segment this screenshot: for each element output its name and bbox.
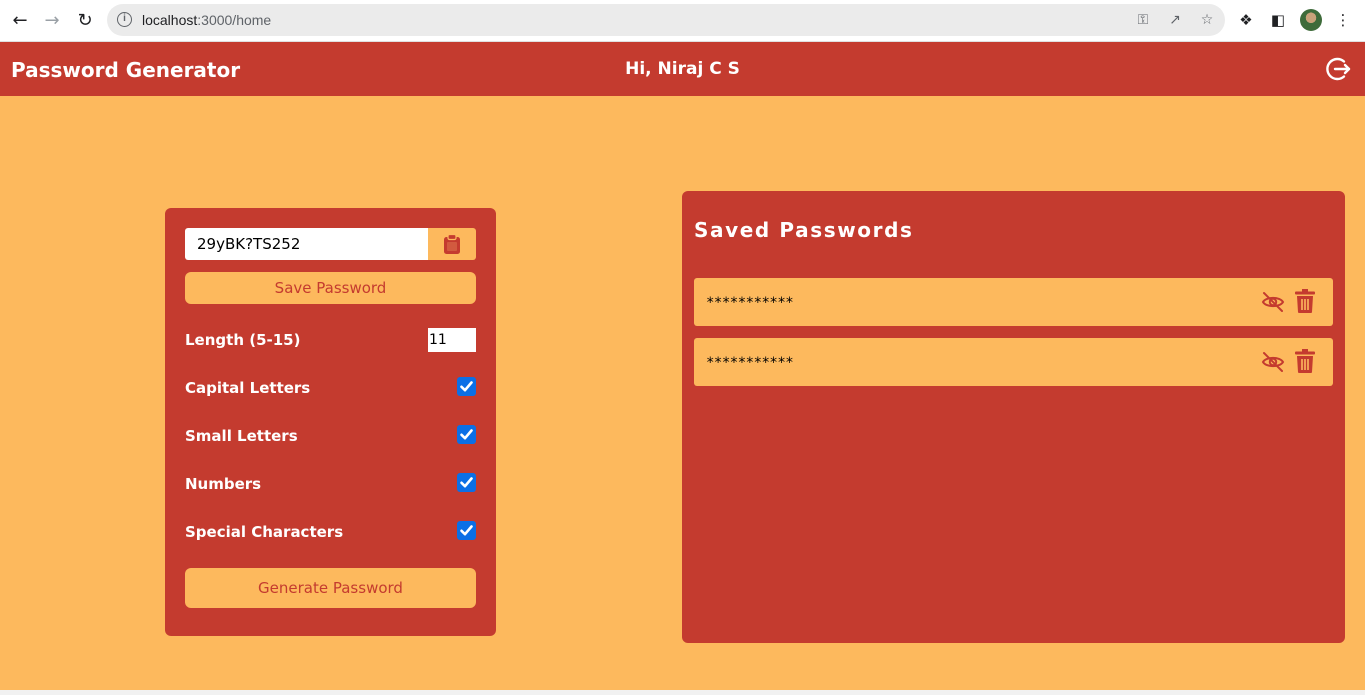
extensions-puzzle-icon[interactable]: ❖ [1236, 10, 1256, 30]
length-row: Length (5-15) [185, 328, 476, 352]
address-bar[interactable]: i localhost:3000/home ⚿ ↗ ☆ [107, 4, 1225, 36]
special-characters-checkbox[interactable] [457, 521, 476, 540]
checkmark-icon [460, 381, 473, 392]
side-panel-icon[interactable]: ◧ [1268, 10, 1288, 30]
length-label: Length (5-15) [185, 331, 301, 349]
user-greeting: Hi, Niraj C S [625, 59, 740, 79]
generated-password-field[interactable] [185, 228, 429, 260]
option-row-small: Small Letters [185, 424, 476, 448]
clipboard-icon [444, 234, 460, 254]
back-arrow-icon[interactable]: ← [8, 9, 32, 33]
option-row-numbers: Numbers [185, 472, 476, 496]
checkmark-icon [460, 429, 473, 440]
option-row-special: Special Characters [185, 520, 476, 544]
save-password-button[interactable]: Save Password [185, 272, 476, 304]
url-path: :3000/home [197, 12, 272, 28]
url-host: localhost [142, 12, 198, 28]
site-info-icon[interactable]: i [117, 12, 132, 27]
copy-clipboard-button[interactable] [428, 228, 476, 260]
app-header: Password Generator Hi, Niraj C S [0, 42, 1365, 96]
numbers-checkbox[interactable] [457, 473, 476, 492]
key-icon[interactable]: ⚿ [1134, 11, 1152, 29]
browser-toolbar: ← → ↻ i localhost:3000/home ⚿ ↗ ☆ ❖ ◧ ⋮ [0, 0, 1365, 42]
small-letters-checkbox[interactable] [457, 425, 476, 444]
option-label-small: Small Letters [185, 427, 298, 445]
trash-icon[interactable] [1294, 288, 1316, 314]
checkmark-icon [460, 525, 473, 536]
option-label-numbers: Numbers [185, 475, 262, 493]
trash-icon[interactable] [1294, 348, 1316, 374]
option-row-capital: Capital Letters [185, 376, 476, 400]
eye-slash-icon[interactable] [1261, 290, 1285, 314]
saved-passwords-title: Saved Passwords [694, 218, 914, 242]
logout-icon[interactable] [1324, 55, 1352, 83]
checkmark-icon [460, 477, 473, 488]
bookmark-star-icon[interactable]: ☆ [1198, 11, 1216, 29]
saved-password-item: *********** [694, 338, 1333, 386]
bottom-strip [0, 690, 1365, 695]
masked-password: *********** [706, 295, 794, 311]
share-icon[interactable]: ↗ [1166, 11, 1184, 29]
option-label-capital: Capital Letters [185, 379, 311, 397]
option-label-special: Special Characters [185, 523, 344, 541]
forward-arrow-icon[interactable]: → [40, 9, 64, 33]
kebab-menu-icon[interactable]: ⋮ [1333, 10, 1353, 30]
masked-password: *********** [706, 355, 794, 371]
profile-avatar[interactable] [1300, 9, 1322, 31]
reload-icon[interactable]: ↻ [73, 9, 97, 33]
saved-passwords-card: Saved Passwords *********** *********** [682, 191, 1345, 643]
capital-letters-checkbox[interactable] [457, 377, 476, 396]
saved-password-item: *********** [694, 278, 1333, 326]
eye-slash-icon[interactable] [1261, 350, 1285, 374]
generate-password-button[interactable]: Generate Password [185, 568, 476, 608]
generator-card: Save Password Length (5-15) Capital Lett… [165, 208, 496, 636]
address-url[interactable]: localhost:3000/home [142, 12, 271, 28]
length-input[interactable] [428, 328, 476, 352]
